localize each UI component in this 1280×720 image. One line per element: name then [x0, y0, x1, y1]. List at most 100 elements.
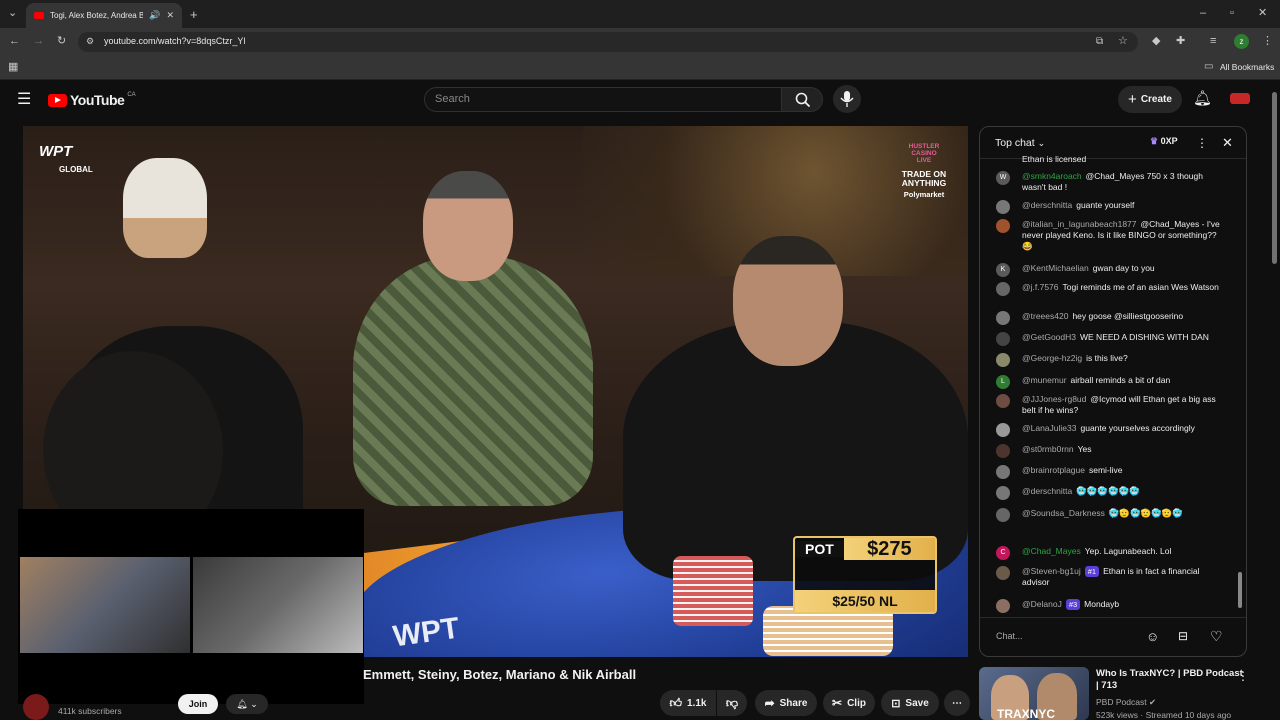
super-chat-icon[interactable]: ⊟	[1178, 629, 1188, 643]
chat-avatar[interactable]	[996, 599, 1010, 613]
chat-avatar[interactable]	[996, 566, 1010, 580]
chat-avatar[interactable]	[996, 394, 1010, 408]
maximize-icon[interactable]: ▫	[1230, 8, 1234, 19]
extension-diamond-icon[interactable]: ◆	[1152, 36, 1160, 47]
wpt-global-logo: WPT GLOBAL	[39, 144, 93, 176]
chat-username[interactable]: @derschnitta	[1022, 486, 1072, 496]
pot-graphic: POT $275 $25/50 NL	[793, 536, 937, 614]
chat-avatar[interactable]	[996, 423, 1010, 437]
recommended-title[interactable]: Who Is TraxNYC? | PBD Podcast | 713	[1096, 668, 1246, 692]
chat-username[interactable]: @derschnitta	[1022, 200, 1072, 210]
chat-avatar[interactable]: K	[996, 263, 1010, 277]
account-avatar[interactable]	[1230, 93, 1250, 104]
chat-scrollbar[interactable]	[1238, 572, 1242, 608]
minimize-icon[interactable]: –	[1200, 8, 1206, 19]
thumbs-up-icon: 👍︎	[669, 695, 683, 710]
chat-avatar[interactable]	[996, 486, 1010, 500]
close-tab-icon[interactable]: ✕	[166, 10, 174, 21]
site-info-icon[interactable]: ⚙	[86, 37, 94, 46]
chat-avatar[interactable]	[996, 444, 1010, 458]
notifications-bell-icon[interactable]: 🔔︎	[1193, 91, 1212, 106]
close-chat-icon[interactable]: ✕	[1222, 135, 1233, 151]
browser-menu-icon[interactable]: ⋮	[1262, 36, 1273, 47]
address-bar[interactable]: ⚙ youtube.com/watch?v=8dqsCtzr_Yl ⧉ ☆	[78, 32, 1138, 52]
wpt-logo-sub: GLOBAL	[59, 165, 93, 174]
recommended-more-icon[interactable]: ⋮	[1237, 669, 1249, 683]
chat-input[interactable]: Chat...	[996, 625, 1146, 647]
voice-search-button[interactable]	[833, 85, 861, 113]
bell-subscribe-button[interactable]: 🔔︎ ⌄	[226, 694, 268, 714]
xp-value: 0XP	[1160, 136, 1178, 146]
heart-icon[interactable]: ♡	[1210, 628, 1223, 645]
chat-username[interactable]: @DelanoJ	[1022, 599, 1062, 609]
apps-grid-icon[interactable]: ▦	[8, 62, 18, 73]
media-control-icon[interactable]: ≡	[1210, 36, 1216, 47]
search-input[interactable]: Search	[424, 87, 782, 112]
new-tab-icon[interactable]: +	[190, 8, 198, 21]
extensions-puzzle-icon[interactable]: ✚	[1176, 36, 1185, 47]
chat-username[interactable]: @italian_in_lagunabeach1877	[1022, 219, 1137, 229]
chat-username[interactable]: @brainrotplague	[1022, 465, 1085, 475]
chat-username[interactable]: @Chad_Mayes	[1022, 546, 1081, 556]
dislike-button[interactable]: 👎︎	[717, 690, 747, 716]
back-icon[interactable]: ←	[9, 36, 20, 47]
chat-avatar[interactable]	[996, 200, 1010, 214]
share-button[interactable]: ➦ Share	[755, 690, 817, 716]
close-window-icon[interactable]: ✕	[1258, 8, 1267, 19]
more-actions-button[interactable]: ⋯	[944, 690, 970, 716]
install-app-icon[interactable]: ⧉	[1096, 37, 1103, 47]
chat-avatar[interactable]	[996, 465, 1010, 479]
chat-avatar[interactable]	[996, 282, 1010, 296]
browser-tab[interactable]: Togi, Alex Botez, Andrea Bo 🔊 ✕	[26, 3, 182, 28]
chat-text: airball reminds a bit of dan	[1070, 375, 1171, 385]
chat-mode-dropdown[interactable]: Top chat ⌄	[995, 137, 1045, 149]
chat-text: guante yourselves accordingly	[1080, 423, 1195, 433]
chat-username[interactable]: @st0rmb0rnn	[1022, 444, 1074, 454]
hamburger-menu-icon[interactable]: ☰	[17, 92, 31, 108]
youtube-logo[interactable]: YouTube CA	[48, 92, 136, 108]
chat-username[interactable]: @JJJones-rg8ud	[1022, 394, 1086, 404]
chat-avatar[interactable]: L	[996, 375, 1010, 389]
chat-avatar[interactable]	[996, 353, 1010, 367]
chat-username[interactable]: @KentMichaelian	[1022, 263, 1089, 273]
bookmark-star-icon[interactable]: ☆	[1118, 36, 1128, 47]
chat-username[interactable]: @LanaJulie33	[1022, 423, 1076, 433]
chat-avatar[interactable]	[996, 219, 1010, 233]
chat-avatar[interactable]: C	[996, 546, 1010, 560]
search-button[interactable]	[781, 87, 823, 112]
chat-username[interactable]: @Steven-bg1uj	[1022, 566, 1081, 576]
audio-icon[interactable]: 🔊	[149, 10, 160, 21]
chat-username[interactable]: @treees420	[1022, 311, 1068, 321]
chat-username[interactable]: @j.f.7576	[1022, 282, 1059, 292]
chat-avatar[interactable]	[996, 508, 1010, 522]
reload-icon[interactable]: ↻	[57, 36, 66, 47]
clip-button[interactable]: ✂ Clip	[823, 690, 875, 716]
all-bookmarks-link[interactable]: All Bookmarks	[1220, 62, 1274, 72]
chat-avatar[interactable]	[996, 332, 1010, 346]
crown-icon: ♛	[1150, 136, 1159, 146]
chat-more-icon[interactable]: ⋮	[1196, 136, 1208, 150]
chat-username[interactable]: @GetGoodH3	[1022, 332, 1076, 342]
chat-avatar[interactable]	[996, 311, 1010, 325]
chat-username[interactable]: @smkn4aroach	[1022, 171, 1082, 181]
tab-title: Togi, Alex Botez, Andrea Bo	[50, 11, 144, 20]
recommended-video[interactable]: TRAXNYC Who Is TraxNYC? | PBD Podcast | …	[979, 667, 1269, 720]
player-center-body	[353, 256, 593, 506]
chat-username[interactable]: @munemur	[1022, 375, 1067, 385]
like-button[interactable]: 👍︎ 1.1k	[660, 690, 716, 716]
tab-search-icon[interactable]: ⌄	[8, 8, 17, 19]
emoji-icon[interactable]: ☺	[1146, 629, 1159, 644]
recommended-thumbnail[interactable]: TRAXNYC	[979, 667, 1089, 720]
forward-icon[interactable]: →	[33, 36, 44, 47]
chat-avatar[interactable]: W	[996, 171, 1010, 185]
page-scrollbar[interactable]	[1272, 92, 1277, 264]
channel-avatar[interactable]	[23, 694, 49, 720]
save-button[interactable]: ⊡ Save	[881, 690, 939, 716]
xp-badge[interactable]: ♛ 0XP	[1150, 136, 1178, 147]
create-button[interactable]: + Create	[1118, 86, 1182, 113]
chat-username[interactable]: @Soundsa_Darkness	[1022, 508, 1105, 518]
profile-avatar[interactable]: z	[1234, 34, 1249, 49]
browser-tab-bar: ⌄ Togi, Alex Botez, Andrea Bo 🔊 ✕ + – ▫ …	[0, 0, 1280, 28]
chat-username[interactable]: @George-hz2ig	[1022, 353, 1082, 363]
join-button[interactable]: Join	[178, 694, 218, 714]
